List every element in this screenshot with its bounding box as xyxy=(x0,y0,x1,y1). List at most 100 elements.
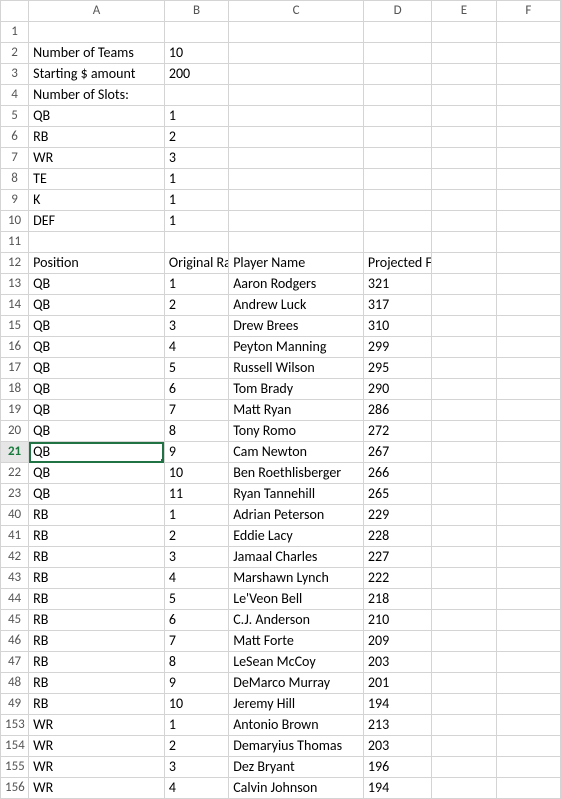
cell-player[interactable]: DeMarco Murray xyxy=(229,673,364,694)
cell-player[interactable]: Adrian Peterson xyxy=(229,505,364,526)
cell-20-colE[interactable] xyxy=(432,421,496,442)
cell-rank[interactable]: 5 xyxy=(164,589,228,610)
cell-22-colF[interactable] xyxy=(496,463,560,484)
cell-1-colF[interactable] xyxy=(496,22,560,43)
cell-pos[interactable]: QB xyxy=(29,484,165,505)
row-20[interactable]: 20QB8Tony Romo272 xyxy=(1,421,561,442)
cell-5-colF[interactable] xyxy=(496,106,560,127)
row-4[interactable]: 4Number of Slots: xyxy=(1,85,561,106)
cell-4-colE[interactable] xyxy=(432,85,496,106)
cell-rank[interactable]: 11 xyxy=(164,484,228,505)
cell-5-colE[interactable] xyxy=(432,106,496,127)
cell-points[interactable]: 299 xyxy=(363,337,431,358)
cell-19-colE[interactable] xyxy=(432,400,496,421)
cell-5-colD[interactable] xyxy=(363,106,431,127)
cell-player[interactable]: Eddie Lacy xyxy=(229,526,364,547)
hdr-position[interactable]: Position xyxy=(29,253,165,274)
cell-pos[interactable]: RB xyxy=(29,694,165,715)
row-header-22[interactable]: 22 xyxy=(1,463,29,484)
cell-1-colB[interactable] xyxy=(164,22,228,43)
cell-23-colF[interactable] xyxy=(496,484,560,505)
column-header-row[interactable]: A B C D E F xyxy=(1,1,561,22)
cell-7-colE[interactable] xyxy=(432,148,496,169)
cell-points[interactable]: 222 xyxy=(363,568,431,589)
cell-rank[interactable]: 6 xyxy=(164,379,228,400)
slot-count-WR[interactable]: 3 xyxy=(164,148,228,169)
cell-43-colF[interactable] xyxy=(496,568,560,589)
cell-7-colC[interactable] xyxy=(229,148,364,169)
label-slots[interactable]: Number of Slots: xyxy=(29,85,165,106)
cell-pos[interactable]: QB xyxy=(29,274,165,295)
cell-49-colE[interactable] xyxy=(432,694,496,715)
row-header-155[interactable]: 155 xyxy=(1,757,29,778)
cell-rank[interactable]: 8 xyxy=(164,652,228,673)
cell-9-colE[interactable] xyxy=(432,190,496,211)
cell-player[interactable]: Ryan Tannehill xyxy=(229,484,364,505)
cell-8-colC[interactable] xyxy=(229,169,364,190)
cell-47-colF[interactable] xyxy=(496,652,560,673)
cell-player[interactable]: Drew Brees xyxy=(229,316,364,337)
cell-10-colE[interactable] xyxy=(432,211,496,232)
hdr-rank[interactable]: Original Rank xyxy=(164,253,228,274)
row-17[interactable]: 17QB5Russell Wilson295 xyxy=(1,358,561,379)
value-teams[interactable]: 10 xyxy=(164,43,228,64)
cell-pos[interactable]: RB xyxy=(29,631,165,652)
col-header-E[interactable]: E xyxy=(432,1,496,22)
cell-155-colE[interactable] xyxy=(432,757,496,778)
cell-player[interactable]: Jeremy Hill xyxy=(229,694,364,715)
cell-points[interactable]: 286 xyxy=(363,400,431,421)
cell-153-colF[interactable] xyxy=(496,715,560,736)
cell-44-colE[interactable] xyxy=(432,589,496,610)
cell-7-colF[interactable] xyxy=(496,148,560,169)
cell-1-colD[interactable] xyxy=(363,22,431,43)
cell-player[interactable]: Le'Veon Bell xyxy=(229,589,364,610)
row-2[interactable]: 2Number of Teams10 xyxy=(1,43,561,64)
cell-40-colF[interactable] xyxy=(496,505,560,526)
cell-rank[interactable]: 7 xyxy=(164,400,228,421)
cell-player[interactable]: Matt Ryan xyxy=(229,400,364,421)
cell-pos[interactable]: WR xyxy=(29,778,165,799)
cell-20-colF[interactable] xyxy=(496,421,560,442)
cell-154-colE[interactable] xyxy=(432,736,496,757)
cell-15-colF[interactable] xyxy=(496,316,560,337)
cell-points[interactable]: 290 xyxy=(363,379,431,400)
row-156[interactable]: 156WR4Calvin Johnson194 xyxy=(1,778,561,799)
row-22[interactable]: 22QB10Ben Roethlisberger266 xyxy=(1,463,561,484)
row-header-47[interactable]: 47 xyxy=(1,652,29,673)
cell-49-colF[interactable] xyxy=(496,694,560,715)
cell-4-colC[interactable] xyxy=(229,85,364,106)
cell-rank[interactable]: 3 xyxy=(164,757,228,778)
cell-rank[interactable]: 1 xyxy=(164,715,228,736)
row-header-3[interactable]: 3 xyxy=(1,64,29,85)
row-40[interactable]: 40RB1Adrian Peterson229 xyxy=(1,505,561,526)
row-14[interactable]: 14QB2Andrew Luck317 xyxy=(1,295,561,316)
cell-8-colD[interactable] xyxy=(363,169,431,190)
row-header-156[interactable]: 156 xyxy=(1,778,29,799)
cell-45-colF[interactable] xyxy=(496,610,560,631)
cell-9-colC[interactable] xyxy=(229,190,364,211)
cell-3-colC[interactable] xyxy=(229,64,364,85)
cell-pos[interactable]: QB xyxy=(29,379,165,400)
cell-19-colF[interactable] xyxy=(496,400,560,421)
row-header-48[interactable]: 48 xyxy=(1,673,29,694)
cell-1-colA[interactable] xyxy=(29,22,165,43)
slot-pos-RB[interactable]: RB xyxy=(29,127,165,148)
cell-45-colE[interactable] xyxy=(432,610,496,631)
cell-rank[interactable]: 2 xyxy=(164,736,228,757)
row-header-5[interactable]: 5 xyxy=(1,106,29,127)
cell-8-colE[interactable] xyxy=(432,169,496,190)
cell-46-colE[interactable] xyxy=(432,631,496,652)
cell-10-colF[interactable] xyxy=(496,211,560,232)
cell-points[interactable]: 265 xyxy=(363,484,431,505)
cell-13-colF[interactable] xyxy=(496,274,560,295)
cell-pos[interactable]: WR xyxy=(29,715,165,736)
row-header-10[interactable]: 10 xyxy=(1,211,29,232)
cell-rank[interactable]: 4 xyxy=(164,778,228,799)
slot-pos-QB[interactable]: QB xyxy=(29,106,165,127)
cell-player[interactable]: Tony Romo xyxy=(229,421,364,442)
row-13[interactable]: 13QB1Aaron Rodgers321 xyxy=(1,274,561,295)
row-header-15[interactable]: 15 xyxy=(1,316,29,337)
row-header-8[interactable]: 8 xyxy=(1,169,29,190)
row-12[interactable]: 12PositionOriginal RankPlayer NameProjec… xyxy=(1,253,561,274)
cell-pos[interactable]: RB xyxy=(29,505,165,526)
